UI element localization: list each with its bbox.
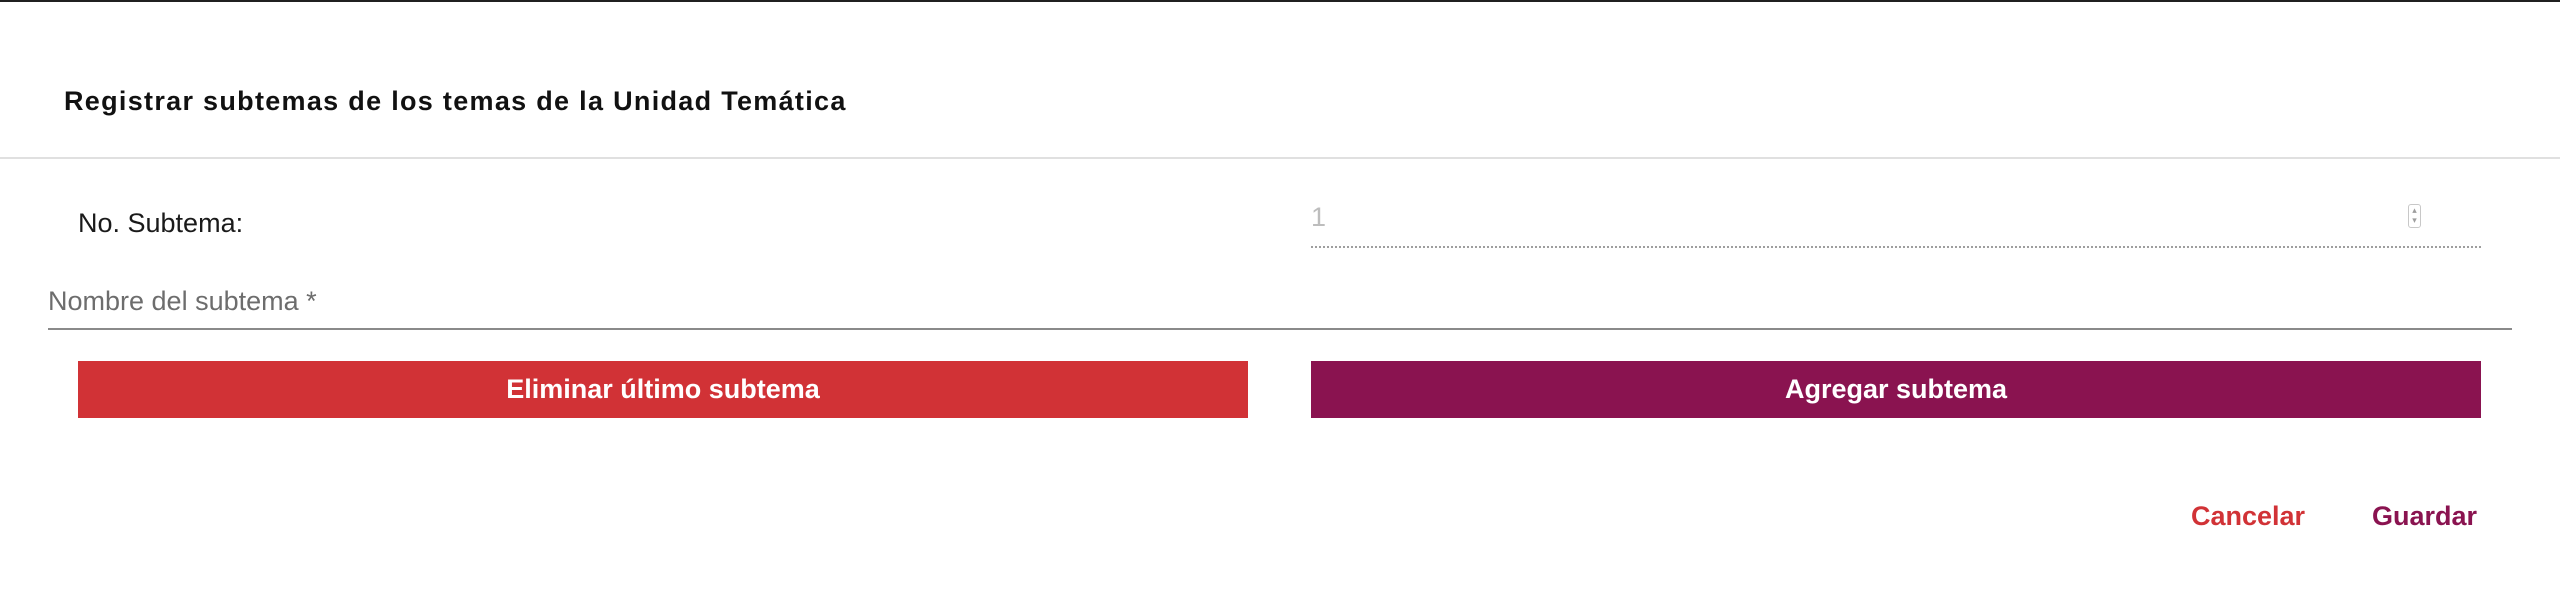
save-button[interactable]: Guardar xyxy=(2372,501,2477,532)
cancel-button[interactable]: Cancelar xyxy=(2191,501,2305,532)
subtopic-number-label: No. Subtema: xyxy=(78,208,244,238)
delete-last-subtopic-button[interactable]: Eliminar último subtema xyxy=(78,361,1248,418)
subtopic-name-placeholder: Nombre del subtema * xyxy=(48,286,317,316)
subtopic-number-value: 1 xyxy=(1311,202,1327,232)
spinner-icon[interactable]: ▴ ▾ xyxy=(2408,204,2421,228)
title-divider xyxy=(0,157,2560,159)
subtopic-name-input[interactable]: Nombre del subtema * xyxy=(48,278,2512,330)
subtopic-number-field[interactable]: 1 ▴ ▾ xyxy=(1311,198,2481,248)
register-subtopics-dialog: Registrar subtemas de los temas de la Un… xyxy=(0,0,2560,598)
add-subtopic-button[interactable]: Agregar subtema xyxy=(1311,361,2481,418)
dialog-title: Registrar subtemas de los temas de la Un… xyxy=(64,86,847,116)
